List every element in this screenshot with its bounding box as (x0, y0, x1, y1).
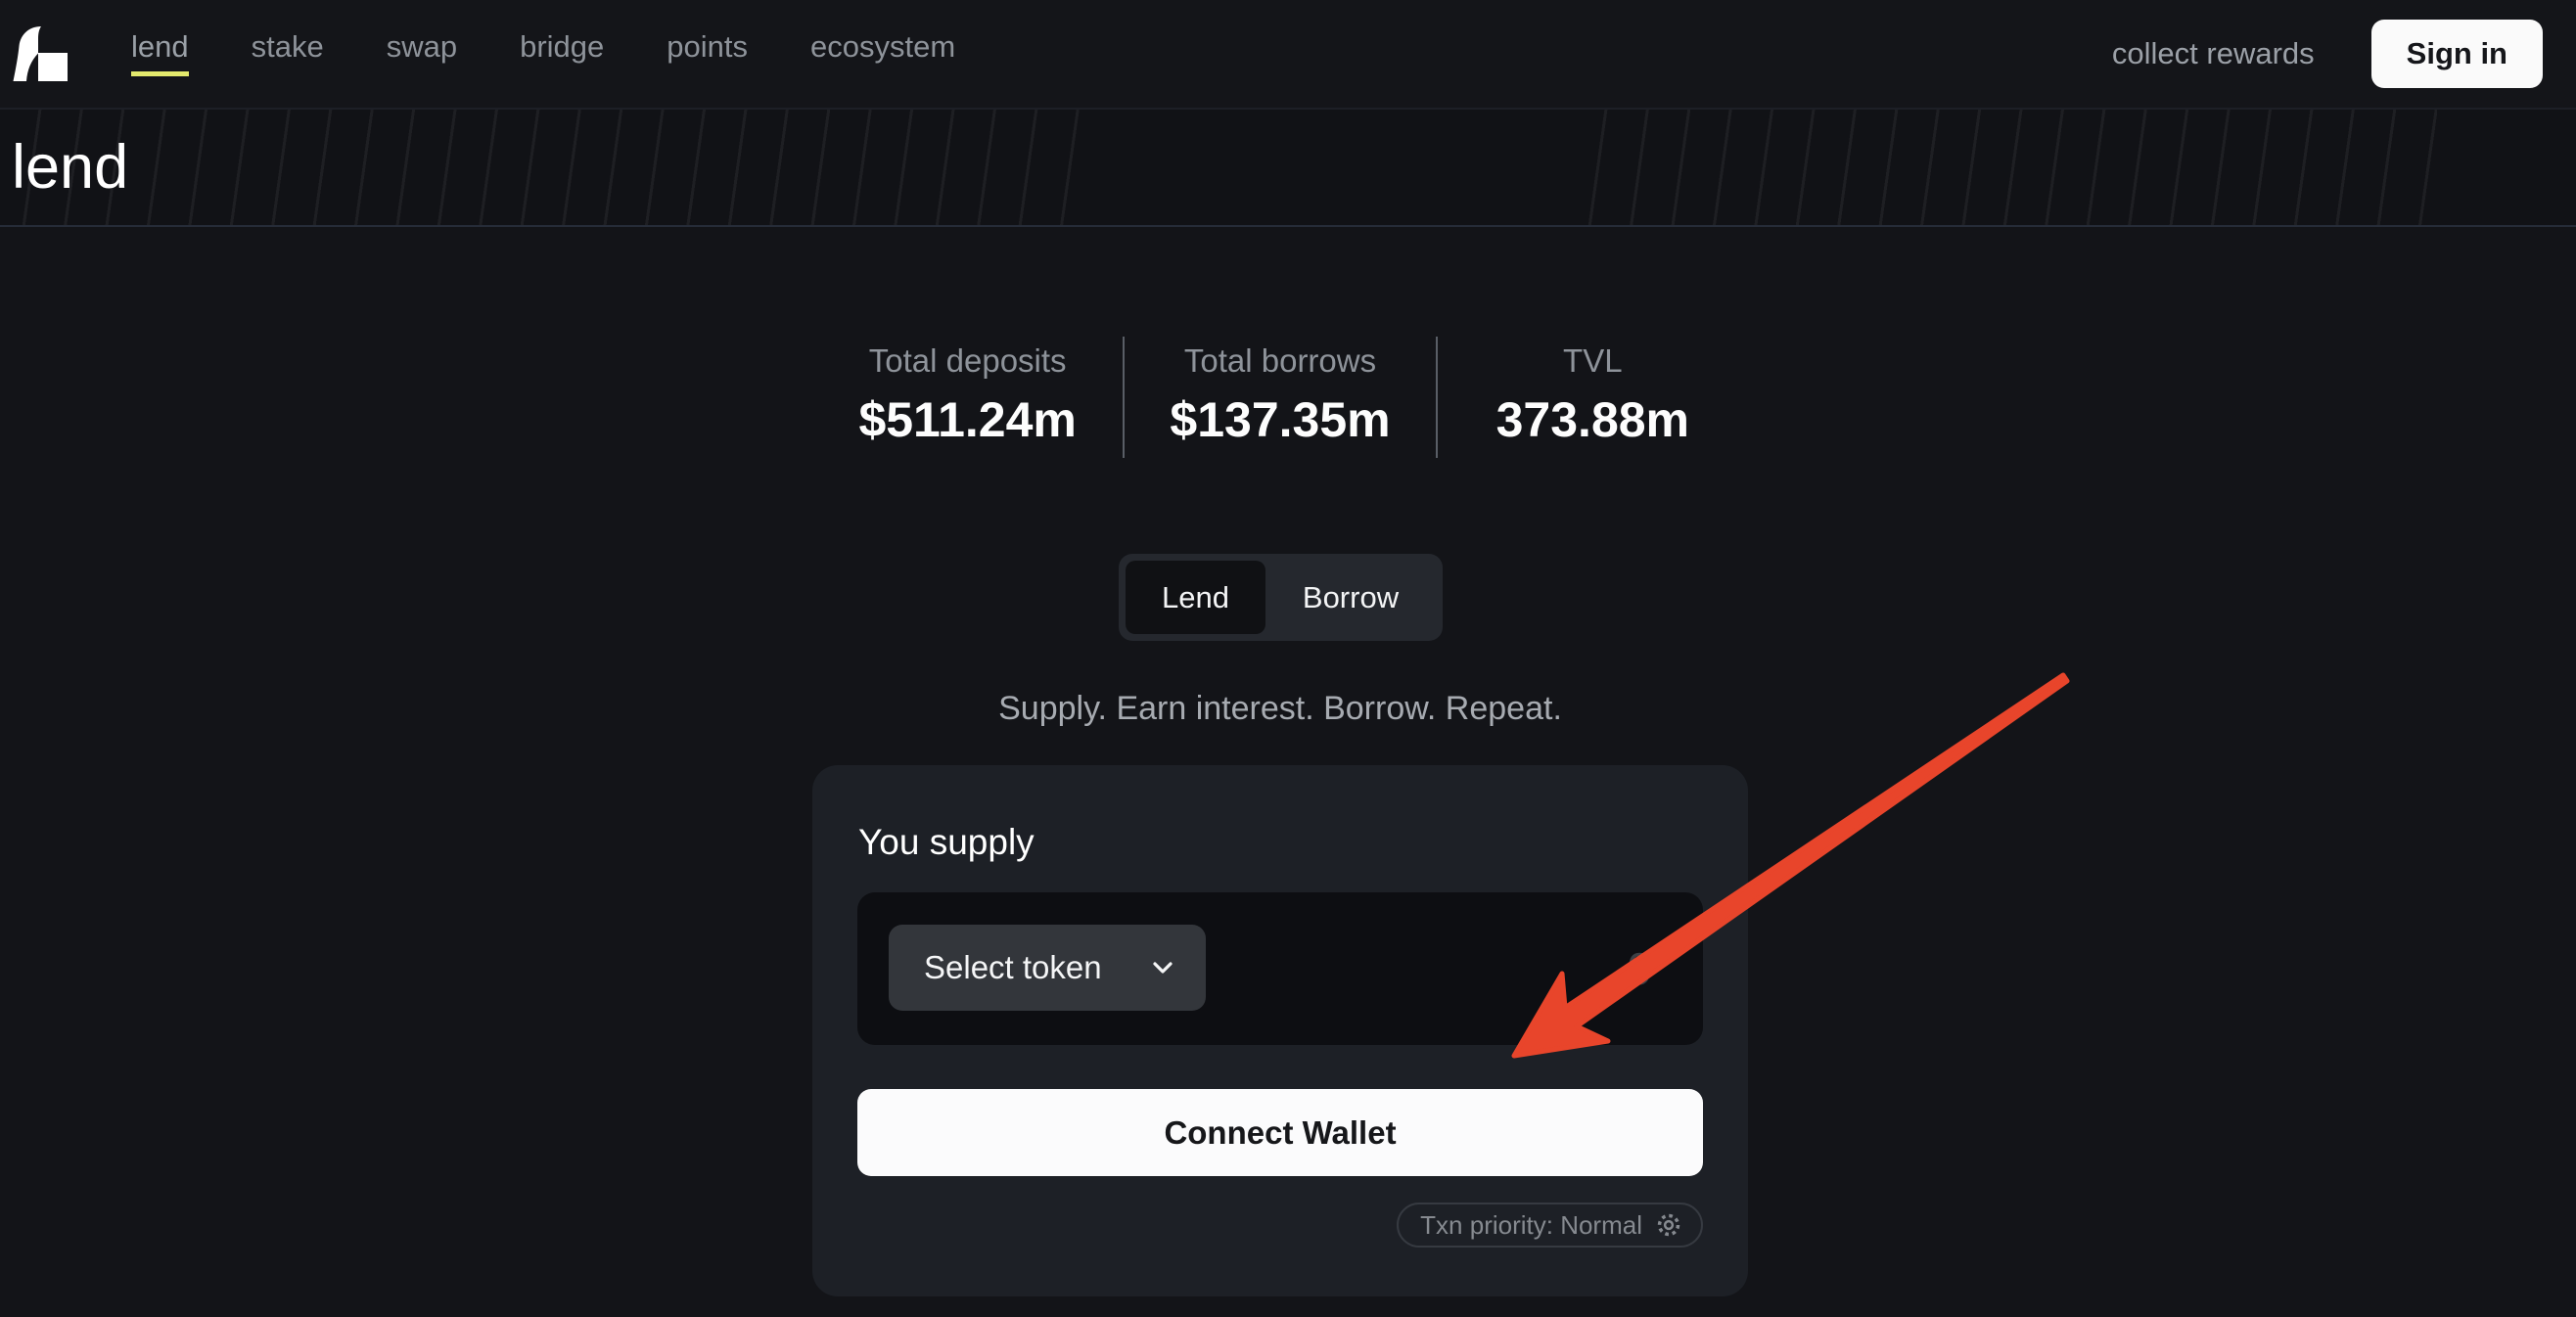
select-token-label: Select token (924, 949, 1102, 986)
stat-label: Total borrows (1125, 342, 1435, 380)
stat-total-borrows: Total borrows $137.35m (1123, 337, 1435, 458)
stat-tvl: TVL 373.88m (1436, 337, 1748, 458)
tab-lend[interactable]: Lend (1126, 561, 1265, 634)
collect-rewards-link[interactable]: collect rewards (2112, 36, 2315, 71)
select-token-button[interactable]: Select token (889, 925, 1206, 1011)
nav-item-points[interactable]: points (667, 31, 748, 76)
txn-priority-label: Txn priority: Normal (1420, 1212, 1642, 1238)
stat-label: TVL (1438, 342, 1748, 380)
supply-card-title: You supply (858, 822, 1035, 863)
nav-item-ecosystem[interactable]: ecosystem (810, 31, 955, 76)
sign-in-button[interactable]: Sign in (2371, 20, 2543, 88)
stats-bar: Total deposits $511.24m Total borrows $1… (812, 337, 1748, 458)
amount-input[interactable]: Select token 0 (857, 892, 1703, 1045)
nav-links: lend stake swap bridge points ecosystem (131, 31, 955, 76)
txn-priority-pill[interactable]: Txn priority: Normal (1397, 1203, 1703, 1248)
nav-item-bridge[interactable]: bridge (520, 31, 604, 76)
hero-hatch-pattern (0, 110, 1084, 225)
connect-wallet-button[interactable]: Connect Wallet (857, 1089, 1703, 1176)
stat-value: $511.24m (812, 391, 1123, 448)
page-title: lend (12, 132, 128, 203)
stat-label: Total deposits (812, 342, 1123, 380)
hero-hatch-pattern (1566, 110, 2437, 225)
stat-value: 373.88m (1438, 391, 1748, 448)
lend-borrow-toggle: Lend Borrow (1119, 554, 1443, 641)
stat-value: $137.35m (1125, 391, 1435, 448)
stat-total-deposits: Total deposits $511.24m (812, 337, 1123, 458)
nav-item-swap[interactable]: swap (387, 31, 457, 76)
nav-item-stake[interactable]: stake (252, 31, 324, 76)
nav-item-lend[interactable]: lend (131, 31, 189, 76)
supply-card: You supply Select token 0 Connect Wallet… (812, 765, 1748, 1296)
gear-icon (1654, 1210, 1683, 1240)
tab-borrow[interactable]: Borrow (1265, 561, 1436, 634)
navbar: lend stake swap bridge points ecosystem … (0, 0, 2576, 108)
hero-banner: lend (0, 108, 2576, 227)
app-logo-icon[interactable] (12, 25, 69, 82)
app-screen: lend stake swap bridge points ecosystem … (0, 0, 2576, 1317)
navbar-right: collect rewards Sign in (2112, 20, 2543, 88)
chevron-down-icon (1147, 952, 1178, 983)
amount-placeholder: 0 (1627, 942, 1652, 995)
tagline: Supply. Earn interest. Borrow. Repeat. (812, 690, 1748, 728)
